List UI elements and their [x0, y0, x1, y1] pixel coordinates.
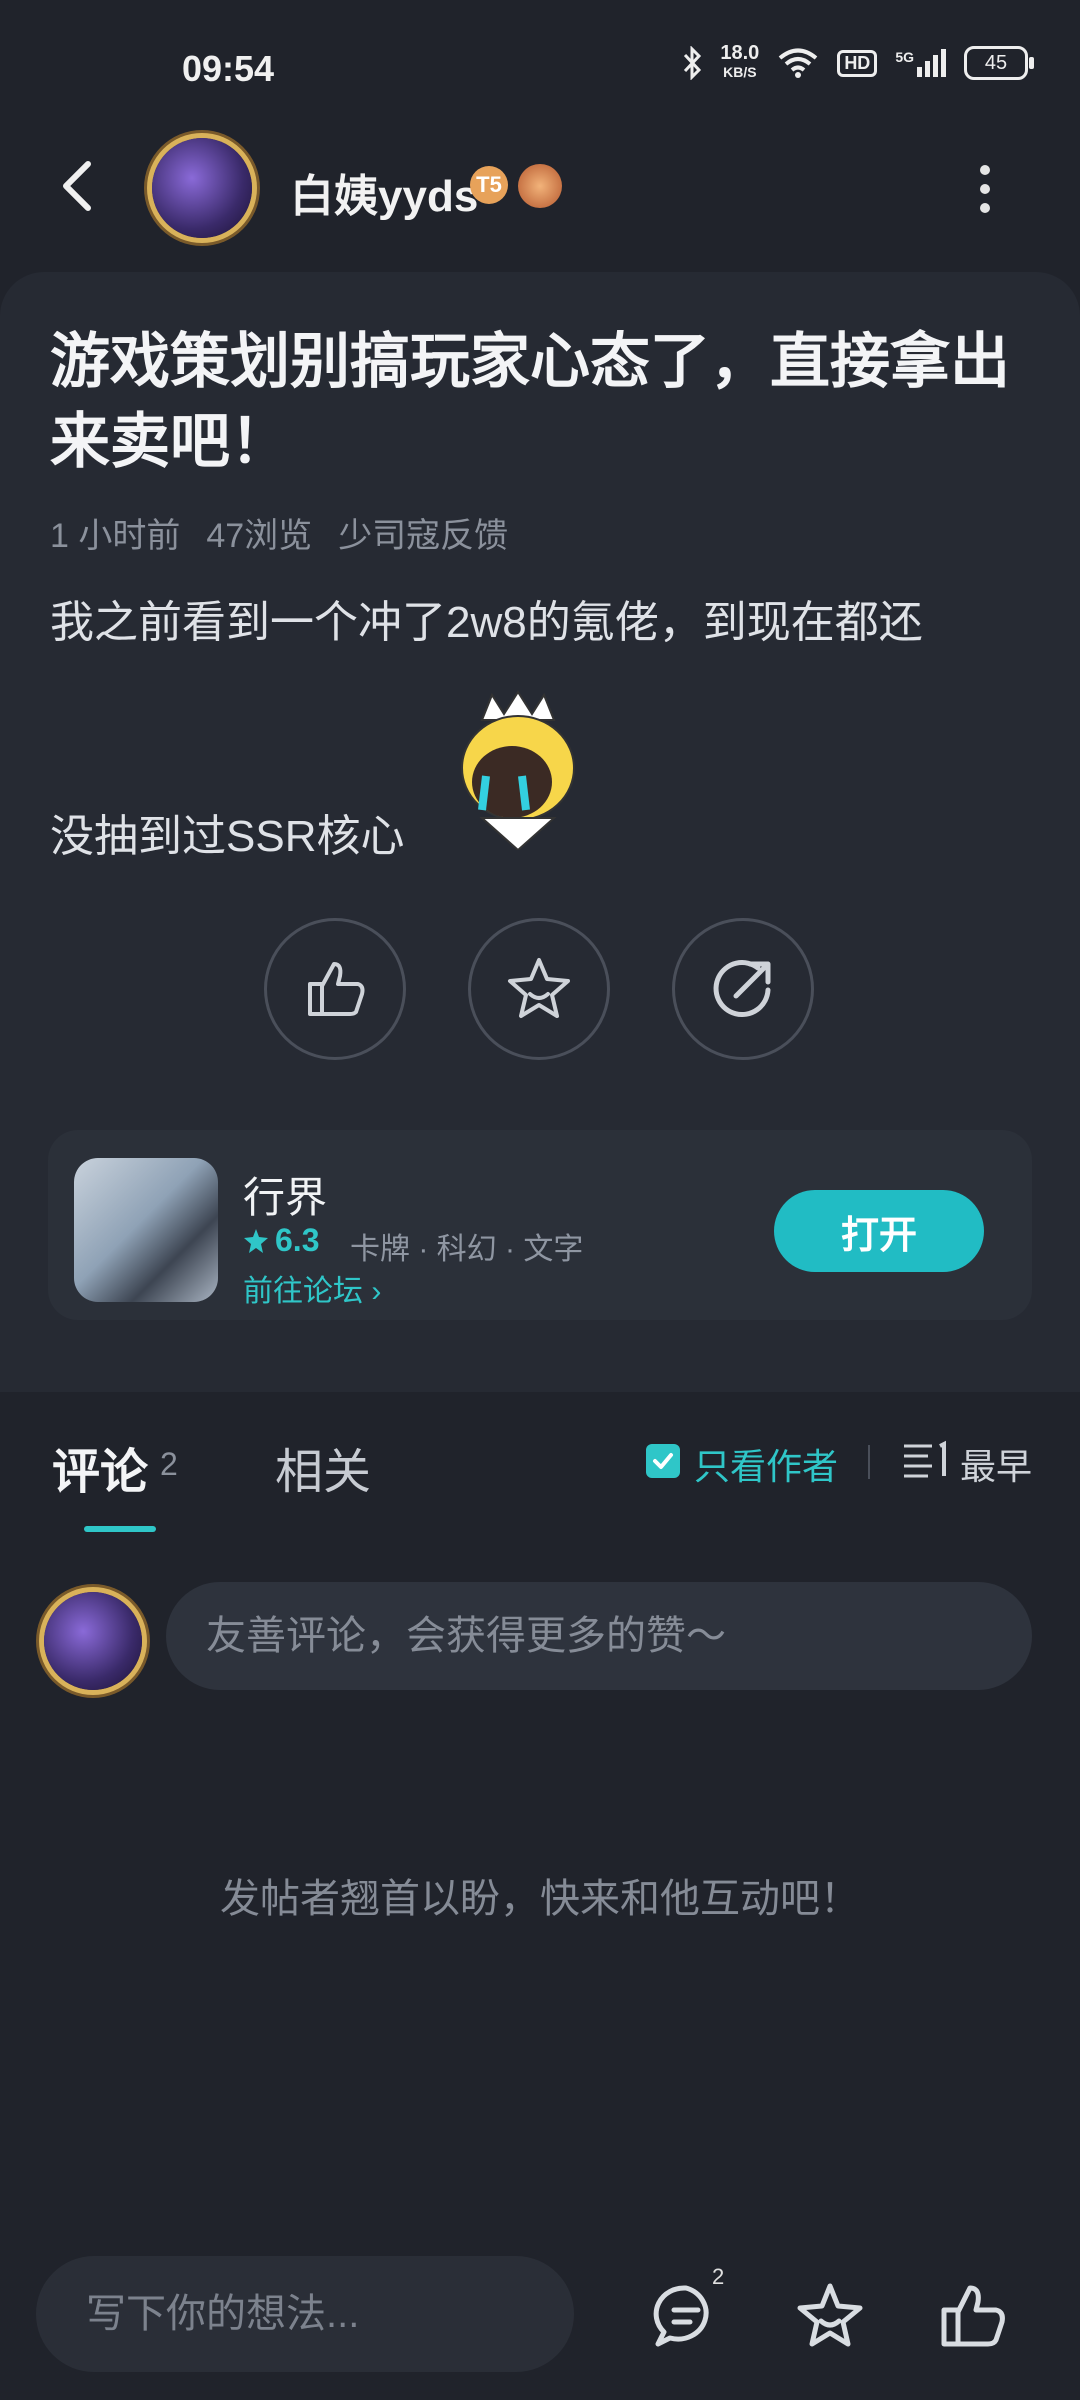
comment-input[interactable]	[166, 1582, 1032, 1690]
my-avatar	[44, 1592, 142, 1690]
empty-comments-hint: 发帖者翘首以盼，快来和他互动吧！	[220, 1877, 860, 1921]
only-author-checkbox[interactable]	[646, 1444, 680, 1478]
share-icon	[713, 960, 771, 1017]
level-badge: T5	[470, 166, 508, 204]
thumbs-up-icon	[941, 2285, 1005, 2347]
author-name[interactable]: 白姨yyds	[290, 160, 478, 224]
tab-related[interactable]: 相关	[275, 1432, 371, 1502]
wifi-icon	[779, 48, 818, 78]
emoji-sticker	[461, 690, 575, 850]
comments-button[interactable]	[650, 2280, 722, 2352]
divider	[868, 1445, 870, 1479]
post-category[interactable]: 少司寇反馈	[338, 508, 508, 557]
status-icons: 18.0 KB/S HD 5G 45	[682, 42, 1034, 82]
character-badge-icon	[518, 164, 562, 208]
hd-icon: HD	[837, 49, 878, 77]
thumbs-up-icon	[308, 962, 365, 1016]
game-rating: 6.3	[243, 1222, 319, 1259]
forum-link[interactable]: 前往论坛 ›	[243, 1266, 381, 1310]
like-button[interactable]	[264, 918, 406, 1060]
check-icon	[653, 1453, 673, 1469]
post-body-line-2: 没抽到过SSR核心	[50, 812, 405, 861]
active-tab-indicator	[84, 1526, 156, 1532]
bottom-favorite-button[interactable]	[794, 2280, 866, 2352]
star-icon	[508, 958, 570, 1018]
author-avatar[interactable]	[152, 138, 252, 238]
signal-icon: 5G	[895, 49, 946, 77]
game-name[interactable]: 行界	[243, 1164, 327, 1225]
favorite-button[interactable]	[468, 918, 610, 1060]
game-tags: 卡牌 · 科幻 · 文字	[350, 1233, 584, 1266]
post-views: 47浏览	[206, 517, 313, 555]
post-time: 1 小时前	[50, 517, 181, 555]
chevron-left-icon	[63, 161, 91, 211]
rating-star-icon	[244, 1228, 268, 1253]
comment-bubble-icon	[653, 2285, 709, 2347]
post-title: 游戏策划别搞玩家心态了，直接拿出来卖吧！	[50, 328, 1010, 475]
sort-icon[interactable]	[902, 1440, 948, 1480]
battery-icon: 45	[964, 46, 1034, 80]
status-time: 09:54	[182, 48, 275, 89]
post-body-line-1: 我之前看到一个冲了2w8的氪佬，到现在都还	[50, 598, 923, 647]
chevron-right-icon: ›	[371, 1275, 382, 1308]
share-button[interactable]	[672, 918, 814, 1060]
reply-input[interactable]	[36, 2256, 574, 2372]
star-icon	[797, 2283, 863, 2347]
bottom-like-button[interactable]	[936, 2280, 1008, 2352]
open-game-button[interactable]: 打开	[774, 1190, 984, 1272]
game-icon[interactable]	[74, 1158, 218, 1302]
tab-comments[interactable]: 评论	[52, 1432, 148, 1502]
post-meta: 1 小时前 47浏览 少司寇反馈	[50, 508, 508, 557]
comment-count: 2	[160, 1446, 178, 1482]
more-options-button[interactable]	[975, 165, 995, 225]
bluetooth-icon	[684, 46, 702, 80]
only-author-label[interactable]: 只看作者	[694, 1438, 838, 1490]
back-button[interactable]	[52, 150, 112, 220]
net-speed: 18.0 KB/S	[720, 42, 760, 80]
sort-label[interactable]: 最早	[960, 1438, 1032, 1490]
comment-count-badge: 2	[712, 2264, 725, 2289]
